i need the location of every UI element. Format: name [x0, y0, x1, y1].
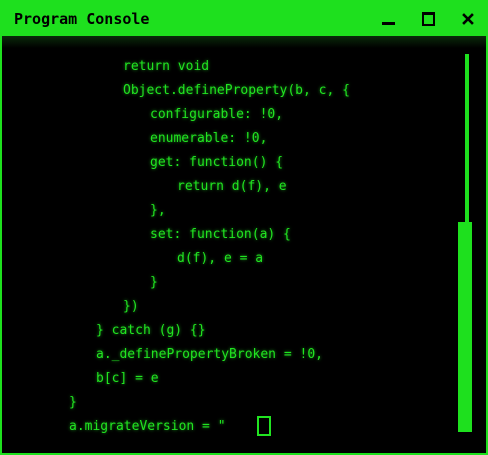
- code-line: }: [150, 275, 158, 290]
- code-line: return d(f), e: [177, 179, 287, 194]
- code-line: }: [69, 395, 77, 410]
- scrollbar-thumb[interactable]: [458, 222, 472, 432]
- code-line: get: function() {: [150, 155, 284, 170]
- minimize-button[interactable]: [378, 8, 400, 30]
- console-window: Program Console return void Object.defin…: [0, 0, 488, 455]
- console-output[interactable]: return void Object.defineProperty(b, c, …: [2, 36, 486, 453]
- code-line: Object.defineProperty(b, c, {: [123, 83, 350, 98]
- code-line: enumerable: !0,: [150, 131, 268, 146]
- code-line: a._definePropertyBroken = !0,: [96, 347, 323, 362]
- text-cursor: [257, 416, 271, 436]
- maximize-button[interactable]: [418, 8, 440, 30]
- code-line: set: function(a) {: [150, 227, 291, 242]
- code-line: d(f), e = a: [177, 251, 264, 266]
- code-line: }): [123, 299, 139, 314]
- code-line: b[c] = e: [96, 371, 159, 386]
- window-title: Program Console: [14, 10, 150, 28]
- close-icon: [462, 13, 474, 25]
- maximize-icon: [422, 12, 435, 26]
- code-line: configurable: !0,: [150, 107, 284, 122]
- title-bar[interactable]: Program Console: [2, 2, 486, 36]
- code-line: } catch (g) {}: [96, 323, 206, 338]
- minimize-icon: [382, 22, 395, 25]
- code-area: return void Object.defineProperty(b, c, …: [2, 36, 452, 453]
- code-line: },: [150, 203, 166, 218]
- close-button[interactable]: [457, 8, 479, 30]
- prompt-line: a.migrateVersion = ": [69, 419, 226, 434]
- code-line: return void: [123, 59, 210, 74]
